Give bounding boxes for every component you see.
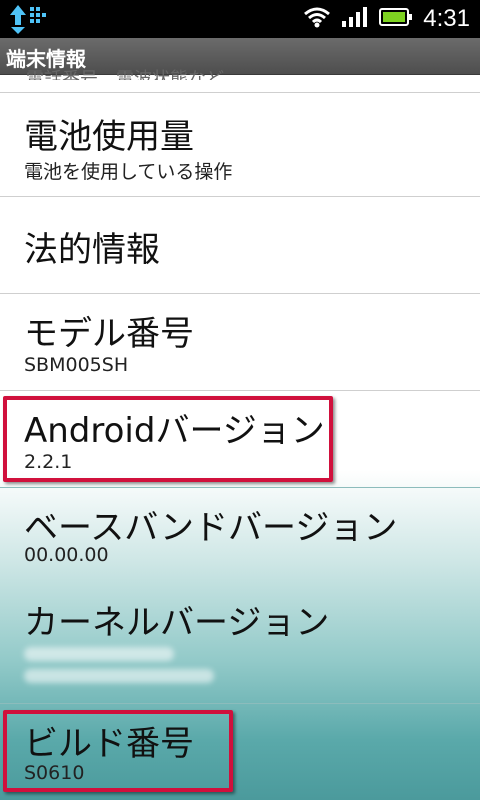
list-item-kernel-version[interactable]: カーネルバージョン	[0, 585, 480, 703]
status-bar: 4:31	[0, 0, 480, 38]
list-item-title: カーネルバージョン	[24, 603, 330, 643]
list-item-legal-info[interactable]: 法的情報	[0, 197, 480, 293]
highlight-box	[3, 396, 333, 482]
signal-icon	[341, 6, 369, 32]
blurred-kernel-info	[24, 669, 214, 683]
blurred-kernel-info	[24, 647, 174, 661]
highlight-box	[3, 710, 233, 792]
list-item-baseband-version[interactable]: ベースバンドバージョン 00.00.00	[0, 488, 480, 584]
list-item-title: ベースバンドバージョン	[24, 508, 398, 548]
list-item-title: 電池使用量	[24, 117, 194, 157]
list-item-subtitle: 00.00.00	[24, 544, 109, 566]
clock: 4:31	[423, 5, 470, 32]
data-sync-icon	[8, 3, 48, 35]
wifi-icon	[303, 6, 331, 32]
cutoff-item-subtitle: 電話番号、電波状態など	[26, 69, 224, 80]
list-item-subtitle: 電池を使用している操作	[24, 161, 233, 183]
list-item-model-number[interactable]: モデル番号 SBM005SH	[0, 294, 480, 390]
list-item-title: モデル番号	[24, 314, 194, 354]
battery-icon	[379, 6, 413, 32]
list-item-title: 法的情報	[24, 230, 160, 270]
list-item-battery-usage[interactable]: 電池使用量 電池を使用している操作	[0, 93, 480, 196]
list-item-subtitle: SBM005SH	[24, 354, 129, 376]
